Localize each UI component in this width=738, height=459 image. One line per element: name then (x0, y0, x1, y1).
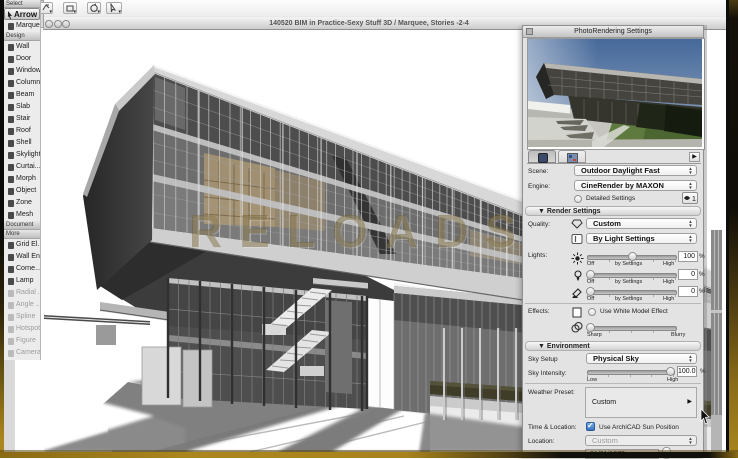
svg-text:1: 1 (692, 196, 696, 203)
